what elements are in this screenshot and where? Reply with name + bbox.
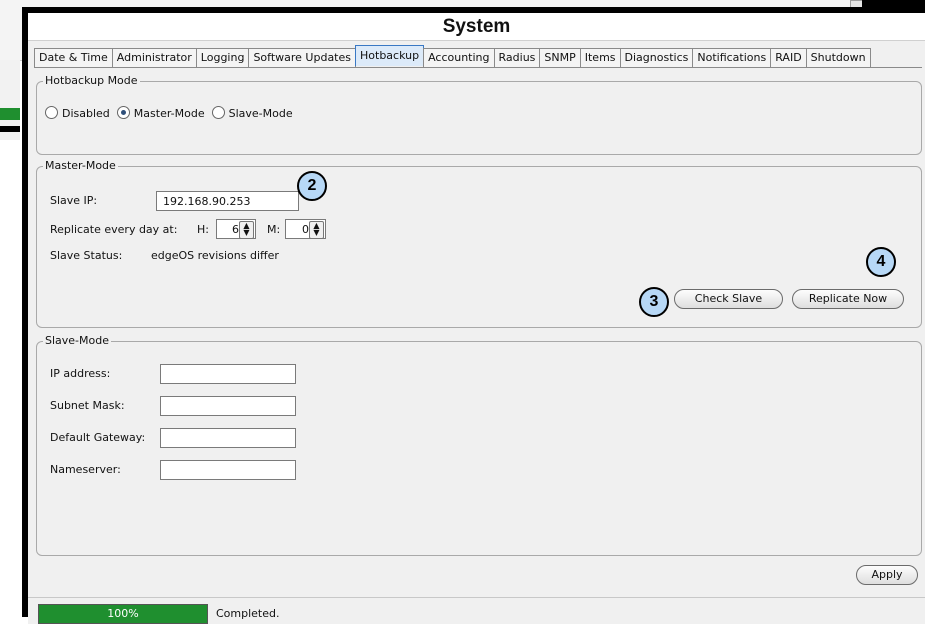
tab-software-updates[interactable]: Software Updates bbox=[248, 48, 356, 67]
ip-address-input[interactable] bbox=[160, 364, 296, 384]
radio-button-selected-icon[interactable] bbox=[116, 106, 130, 119]
tab-raid[interactable]: RAID bbox=[770, 48, 807, 67]
tab-logging[interactable]: Logging bbox=[195, 48, 250, 67]
hour-label: H: bbox=[197, 223, 209, 236]
tab-snmp[interactable]: SNMP bbox=[539, 48, 581, 67]
tab-notifications[interactable]: Notifications bbox=[692, 48, 772, 67]
spinner-arrows-icon[interactable]: ▲ ▼ bbox=[309, 221, 324, 239]
master-mode-legend: Master-Mode bbox=[43, 159, 118, 172]
slave-ip-input[interactable]: 192.168.90.253 bbox=[156, 191, 299, 211]
radio-slave-mode-label: Slave-Mode bbox=[228, 107, 293, 120]
subnet-mask-label: Subnet Mask: bbox=[50, 399, 125, 412]
callout-marker-3: 3 bbox=[639, 287, 669, 317]
progress-text: 100% bbox=[107, 607, 139, 620]
radio-master-mode-label: Master-Mode bbox=[133, 107, 205, 120]
window-title: System bbox=[442, 16, 511, 37]
default-gateway-input[interactable] bbox=[160, 428, 296, 448]
check-slave-button[interactable]: Check Slave bbox=[674, 289, 783, 309]
spinner-arrows-icon[interactable]: ▲ ▼ bbox=[239, 221, 254, 239]
hotbackup-mode-group: Hotbackup Mode Disabled Master-Mode Slav… bbox=[36, 74, 922, 155]
nameserver-label: Nameserver: bbox=[50, 463, 121, 476]
status-bar: 100% Completed. bbox=[28, 597, 925, 624]
radio-master-mode[interactable]: Master-Mode bbox=[116, 106, 205, 120]
tab-shutdown[interactable]: Shutdown bbox=[805, 48, 871, 67]
radio-disabled[interactable]: Disabled bbox=[45, 106, 110, 120]
title-bar: System bbox=[28, 13, 925, 41]
tab-administrator[interactable]: Administrator bbox=[111, 48, 197, 67]
hour-value: 6 bbox=[232, 223, 239, 236]
status-message: Completed. bbox=[216, 607, 280, 620]
tab-hotbackup[interactable]: Hotbackup bbox=[355, 45, 425, 66]
slave-ip-label: Slave IP: bbox=[50, 194, 98, 207]
radio-disabled-label: Disabled bbox=[62, 107, 110, 120]
minute-label: M: bbox=[267, 223, 281, 236]
radio-button-icon[interactable] bbox=[45, 106, 58, 119]
hotbackup-mode-legend: Hotbackup Mode bbox=[43, 74, 140, 87]
tab-items[interactable]: Items bbox=[579, 48, 621, 67]
hotbackup-mode-options: Disabled Master-Mode Slave-Mode bbox=[45, 106, 293, 120]
slave-status-label: Slave Status: bbox=[50, 249, 123, 262]
minute-value: 0 bbox=[302, 223, 309, 236]
radio-button-icon[interactable] bbox=[211, 106, 225, 119]
background-progress-bar bbox=[0, 108, 20, 120]
slave-mode-legend: Slave-Mode bbox=[43, 334, 111, 347]
nameserver-input[interactable] bbox=[160, 460, 296, 480]
hour-spinner[interactable]: 6 ▲ ▼ bbox=[216, 219, 256, 239]
radio-slave-mode[interactable]: Slave-Mode bbox=[211, 106, 293, 120]
slave-mode-group: Slave-Mode IP address: Subnet Mask: Defa… bbox=[36, 334, 922, 556]
minute-spinner[interactable]: 0 ▲ ▼ bbox=[285, 219, 326, 239]
system-window: System Date & Time Administrator Logging… bbox=[22, 7, 925, 624]
replicate-label: Replicate every day at: bbox=[50, 223, 178, 236]
tab-radius[interactable]: Radius bbox=[493, 48, 541, 67]
tab-strip: Date & Time Administrator Logging Softwa… bbox=[34, 45, 871, 68]
tab-date-time[interactable]: Date & Time bbox=[34, 48, 113, 67]
background-divider bbox=[0, 126, 20, 132]
master-mode-group: Master-Mode Slave IP: 192.168.90.253 Rep… bbox=[36, 159, 922, 328]
replicate-now-button[interactable]: Replicate Now bbox=[792, 289, 904, 309]
tab-accounting[interactable]: Accounting bbox=[423, 48, 495, 67]
progress-bar: 100% bbox=[38, 604, 208, 624]
ip-address-label: IP address: bbox=[50, 367, 111, 380]
callout-marker-2: 2 bbox=[297, 171, 327, 201]
slave-status-value: edgeOS revisions differ bbox=[151, 249, 279, 262]
apply-button[interactable]: Apply bbox=[856, 565, 918, 585]
subnet-mask-input[interactable] bbox=[160, 396, 296, 416]
default-gateway-label: Default Gateway: bbox=[50, 431, 146, 444]
tab-diagnostics[interactable]: Diagnostics bbox=[619, 48, 694, 67]
callout-marker-4: 4 bbox=[866, 247, 896, 277]
tab-panel-border bbox=[34, 67, 922, 68]
